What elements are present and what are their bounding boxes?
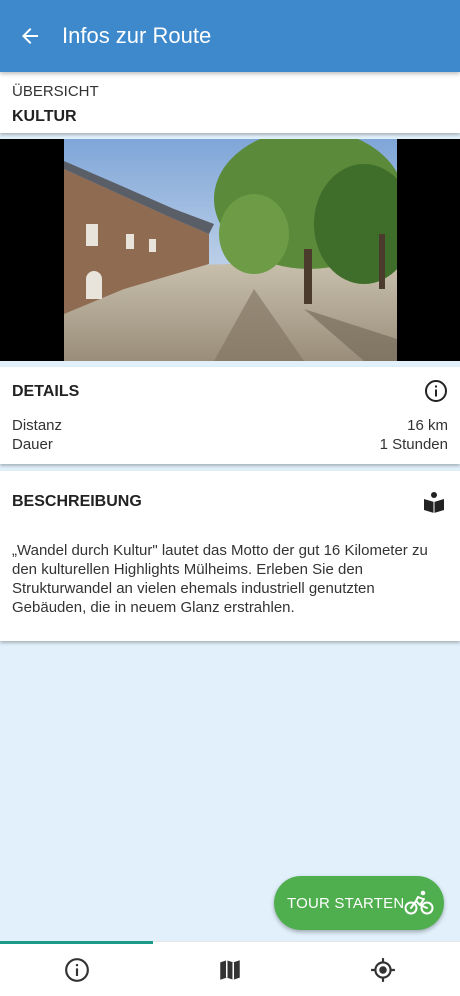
detail-row-distance: Distanz 16 km xyxy=(12,417,448,434)
route-photo xyxy=(64,139,397,361)
nav-tab-map[interactable] xyxy=(153,942,306,996)
nav-tab-location[interactable] xyxy=(306,942,459,996)
location-target-icon xyxy=(370,957,395,982)
detail-row-duration: Dauer 1 Stunden xyxy=(12,436,448,453)
nav-tab-info[interactable] xyxy=(0,942,153,996)
description-text: „Wandel durch Kultur" lautet das Motto d… xyxy=(12,542,428,616)
route-image-container[interactable] xyxy=(0,139,460,361)
detail-label: Dauer xyxy=(12,436,53,453)
back-button[interactable] xyxy=(0,0,56,72)
details-card: DETAILS Distanz 16 km Dauer 1 Stunden xyxy=(0,367,460,464)
bottom-navigation xyxy=(0,941,460,996)
start-tour-button[interactable]: TOUR STARTEN xyxy=(274,876,444,930)
map-icon xyxy=(219,959,240,980)
detail-label: Distanz xyxy=(12,417,63,434)
description-card: BESCHREIBUNG „Wandel durch Kultur" laute… xyxy=(0,471,460,641)
detail-value: 16 km xyxy=(407,417,448,434)
start-tour-label: TOUR STARTEN xyxy=(287,894,405,912)
info-icon[interactable] xyxy=(424,379,448,403)
book-reader-icon xyxy=(424,492,444,513)
overview-label: ÜBERSICHT xyxy=(12,83,99,100)
app-bar: Infos zur Route xyxy=(0,0,460,72)
arrow-back-icon xyxy=(22,28,38,44)
detail-value: 1 Stunden xyxy=(379,436,448,453)
route-category: KULTUR xyxy=(12,108,77,125)
page-title: Infos zur Route xyxy=(62,23,212,48)
info-icon xyxy=(64,957,89,982)
details-title: DETAILS xyxy=(12,383,80,400)
description-title: BESCHREIBUNG xyxy=(12,493,142,510)
overview-card: ÜBERSICHT KULTUR xyxy=(0,72,460,133)
bicycle-icon xyxy=(404,890,434,915)
